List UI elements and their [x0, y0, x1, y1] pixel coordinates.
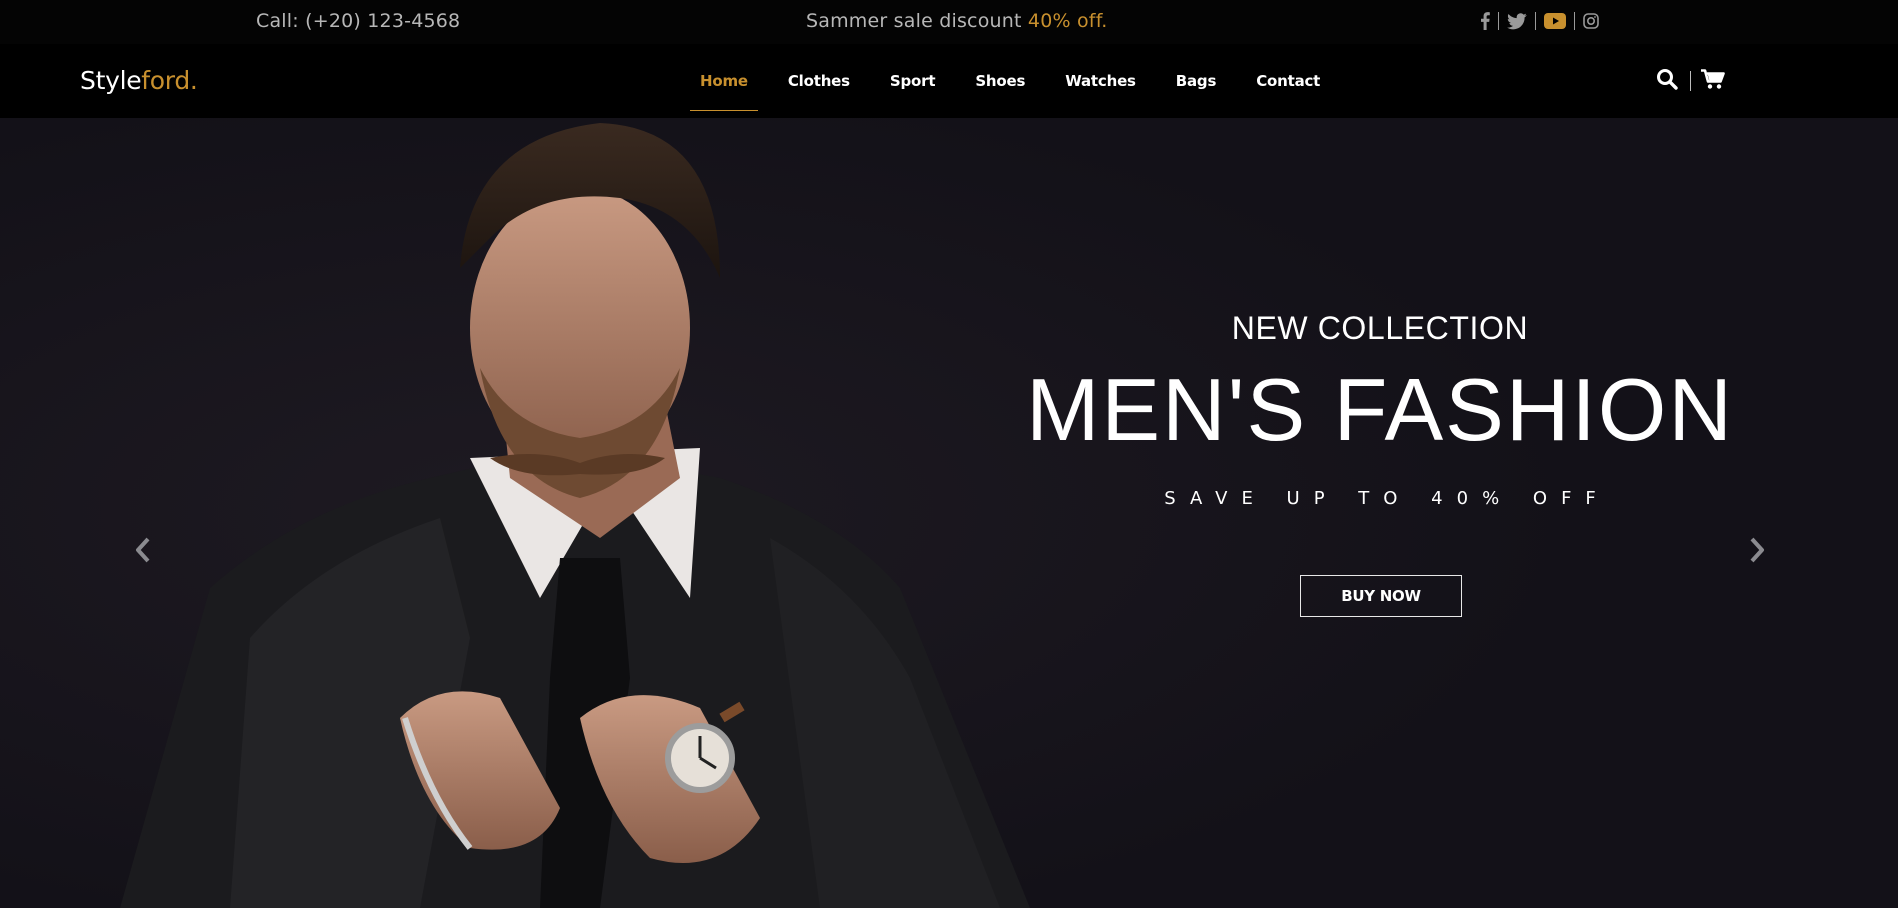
hero-kicker: NEW COLLECTION: [1231, 310, 1529, 346]
divider: [1535, 12, 1536, 30]
divider: [1574, 12, 1575, 30]
hero-slider: NEW COLLECTION MEN'S FASHION SAVE UP TO …: [0, 118, 1898, 908]
nav-item-sport[interactable]: Sport: [890, 72, 936, 90]
nav-item-home[interactable]: Home: [690, 72, 758, 111]
social-links: [1480, 10, 1599, 32]
chevron-left-icon: [136, 537, 150, 563]
search-icon[interactable]: [1656, 68, 1678, 94]
logo-main: Style: [80, 66, 142, 95]
youtube-icon[interactable]: [1544, 13, 1566, 29]
top-bar: Call: (+20) 123-4568 Sammer sale discoun…: [0, 0, 1898, 44]
slider-next-button[interactable]: [1742, 530, 1772, 570]
divider: [1690, 71, 1691, 91]
primary-nav: Home Clothes Sport Shoes Watches Bags Co…: [690, 44, 1340, 118]
promo-text: Sammer sale discount: [806, 10, 1028, 32]
main-navbar: Styleford. Home Clothes Sport Shoes Watc…: [0, 44, 1898, 118]
facebook-icon[interactable]: [1480, 12, 1490, 30]
divider: [1498, 12, 1499, 30]
contact-phone: Call: (+20) 123-4568: [256, 10, 461, 32]
twitter-icon[interactable]: [1507, 12, 1527, 30]
nav-item-shoes[interactable]: Shoes: [975, 72, 1025, 90]
nav-tools: [1656, 68, 1725, 94]
instagram-icon[interactable]: [1583, 13, 1599, 29]
cart-icon[interactable]: [1701, 68, 1725, 94]
nav-item-watches[interactable]: Watches: [1065, 72, 1136, 90]
logo-accent: ford.: [141, 66, 198, 95]
promo-discount: 40% off.: [1027, 10, 1108, 32]
brand-logo[interactable]: Styleford.: [80, 66, 198, 95]
hero-subheadline: SAVE UP TO 40% OFF: [1164, 488, 1610, 509]
hero-content: NEW COLLECTION MEN'S FASHION SAVE UP TO …: [1000, 118, 1760, 908]
hero-headline: MEN'S FASHION: [1026, 360, 1734, 459]
nav-item-bags[interactable]: Bags: [1176, 72, 1217, 90]
nav-item-clothes[interactable]: Clothes: [788, 72, 850, 90]
promo-banner: Sammer sale discount 40% off.: [806, 10, 1107, 32]
chevron-right-icon: [1750, 537, 1764, 563]
nav-item-contact[interactable]: Contact: [1256, 72, 1320, 90]
buy-now-button[interactable]: BUY NOW: [1300, 575, 1462, 617]
slider-prev-button[interactable]: [128, 530, 158, 570]
